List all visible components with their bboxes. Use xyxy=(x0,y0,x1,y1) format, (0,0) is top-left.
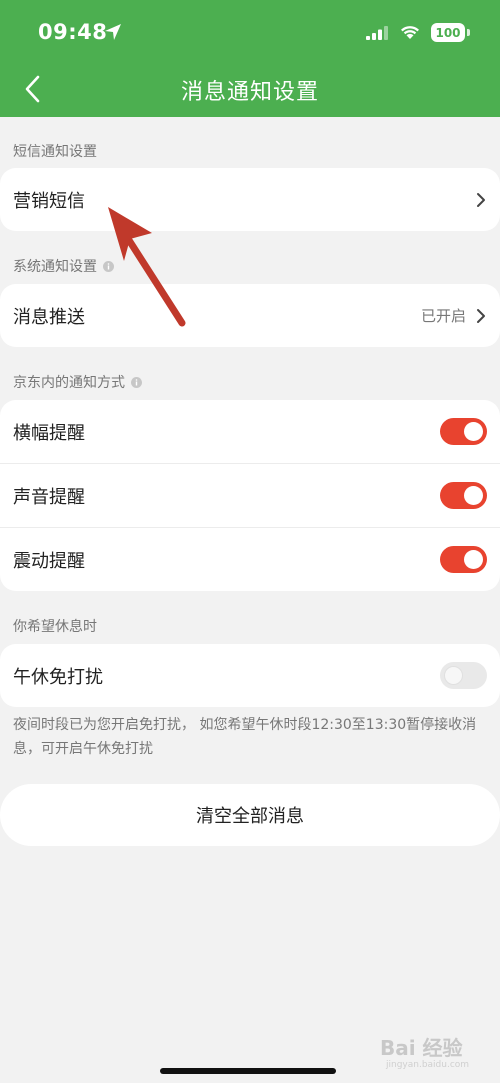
toggle-knob xyxy=(444,666,463,685)
section-label-rest: 你希望休息时 xyxy=(13,616,97,636)
card-sms: 营销短信 xyxy=(0,168,500,231)
row-vibration-alert: 震动提醒 xyxy=(0,528,500,591)
info-icon[interactable] xyxy=(131,376,142,388)
section-label-system-text: 系统通知设置 xyxy=(13,259,97,275)
section-label-rest-text: 你希望休息时 xyxy=(13,619,97,635)
toggle-knob xyxy=(464,486,483,505)
vibration-alert-toggle[interactable] xyxy=(440,546,487,573)
wifi-icon xyxy=(401,26,419,39)
section-label-system: 系统通知设置 xyxy=(13,256,114,276)
row-label: 午休免打扰 xyxy=(13,666,103,688)
row-label: 声音提醒 xyxy=(13,486,85,508)
section-label-in-app-text: 京东内的通知方式 xyxy=(13,375,125,391)
section-label-in-app: 京东内的通知方式 xyxy=(13,372,142,392)
toggle-knob xyxy=(464,422,483,441)
row-sound-alert: 声音提醒 xyxy=(0,464,500,527)
clear-all-messages-button[interactable]: 清空全部消息 xyxy=(0,784,500,846)
row-status-value: 已开启 xyxy=(420,307,466,325)
row-label: 横幅提醒 xyxy=(13,422,85,444)
status-bar: 09:48 100 xyxy=(0,0,500,66)
location-arrow-icon xyxy=(105,24,121,40)
card-in-app: 横幅提醒 声音提醒 震动提醒 xyxy=(0,400,500,591)
card-system: 消息推送 已开启 xyxy=(0,284,500,347)
row-marketing-sms[interactable]: 营销短信 xyxy=(0,168,500,231)
banner-alert-toggle[interactable] xyxy=(440,418,487,445)
annotation-arrow-icon xyxy=(108,207,186,327)
dnd-note: 夜间时段已为您开启免打扰， 如您希望午休时段12:30至13:30暂停接收消息，… xyxy=(13,717,477,757)
watermark-brand: Bai 经验 xyxy=(380,1036,463,1060)
sound-alert-toggle[interactable] xyxy=(440,482,487,509)
battery-level: 100 xyxy=(435,25,461,40)
toggle-knob xyxy=(464,550,483,569)
noon-dnd-toggle[interactable] xyxy=(440,662,487,689)
cellular-signal-icon xyxy=(366,26,388,40)
section-label-sms-text: 短信通知设置 xyxy=(13,144,97,160)
watermark-url: jingyan.baidu.com xyxy=(386,1060,470,1070)
row-label: 营销短信 xyxy=(13,190,85,212)
battery-cap xyxy=(467,29,470,36)
page-title: 消息通知设置 xyxy=(180,80,319,105)
chevron-right-icon xyxy=(477,308,485,323)
battery-indicator: 100 xyxy=(431,23,465,42)
row-label: 震动提醒 xyxy=(13,550,85,572)
card-rest: 午休免打扰 xyxy=(0,644,500,707)
chevron-right-icon xyxy=(477,192,485,207)
row-banner-alert: 横幅提醒 xyxy=(0,400,500,463)
row-label: 消息推送 xyxy=(13,306,85,328)
baidu-jingyan-watermark: Bai 经验 jingyan.baidu.com xyxy=(378,1030,498,1080)
header: 09:48 100 消息通知设置 xyxy=(0,0,500,117)
status-time: 09:48 xyxy=(38,20,108,44)
row-message-push[interactable]: 消息推送 已开启 xyxy=(0,284,500,347)
section-label-sms: 短信通知设置 xyxy=(13,141,97,161)
home-indicator[interactable] xyxy=(160,1068,336,1074)
row-noon-dnd: 午休免打扰 xyxy=(0,644,500,707)
